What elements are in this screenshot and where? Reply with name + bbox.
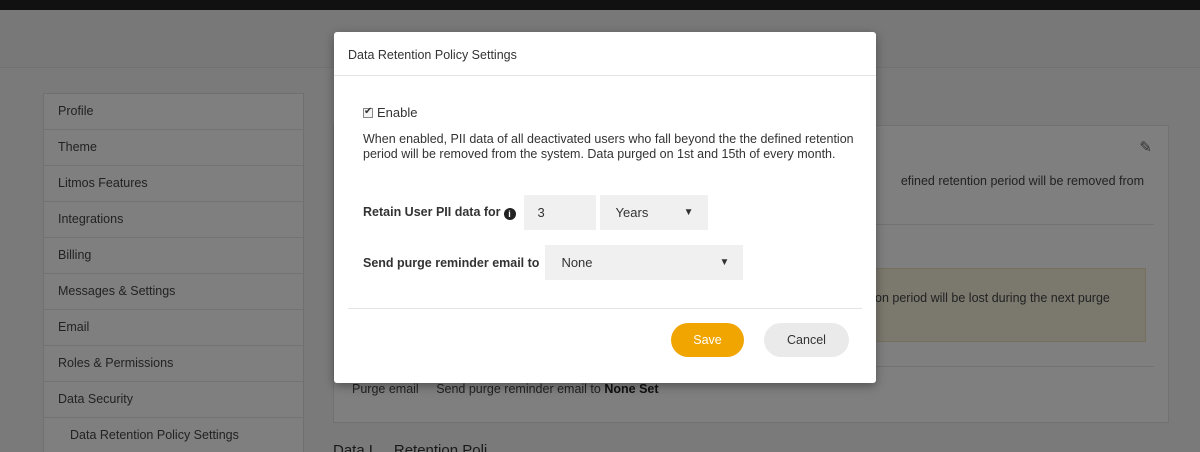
retain-value-input[interactable]: [523, 195, 596, 230]
retain-label-text: Retain User PII data for: [363, 205, 501, 219]
enable-label[interactable]: Enable: [377, 105, 417, 120]
modal-title: Data Retention Policy Settings: [334, 32, 876, 76]
policy-description: When enabled, PII data of all deactivate…: [363, 132, 854, 161]
data-retention-modal: Data Retention Policy Settings Enable Wh…: [334, 32, 876, 383]
purge-select-row: Send purge reminder email to None ▼: [363, 245, 744, 280]
retain-label: Retain User PII data for i: [363, 205, 516, 220]
modal-footer-divider: [348, 308, 862, 309]
modal-body: Enable When enabled, PII data of all dea…: [363, 105, 863, 162]
retain-unit-select[interactable]: Years ▼: [599, 195, 708, 230]
top-bar: [0, 0, 1200, 10]
caret-down-icon: ▼: [683, 207, 694, 218]
purge-select-label: Send purge reminder email to: [363, 255, 540, 270]
enable-checkbox[interactable]: [363, 106, 373, 118]
info-icon[interactable]: i: [503, 208, 516, 220]
cancel-button[interactable]: Cancel: [764, 323, 849, 357]
purge-email-select-value: None: [561, 255, 593, 270]
save-button[interactable]: Save: [671, 323, 744, 357]
purge-email-select[interactable]: None ▼: [545, 245, 744, 280]
enable-row: Enable: [363, 105, 863, 120]
retain-row: Retain User PII data fori Years ▼: [363, 195, 708, 230]
caret-down-icon: ▼: [719, 257, 730, 268]
retain-unit-value: Years: [615, 205, 649, 220]
